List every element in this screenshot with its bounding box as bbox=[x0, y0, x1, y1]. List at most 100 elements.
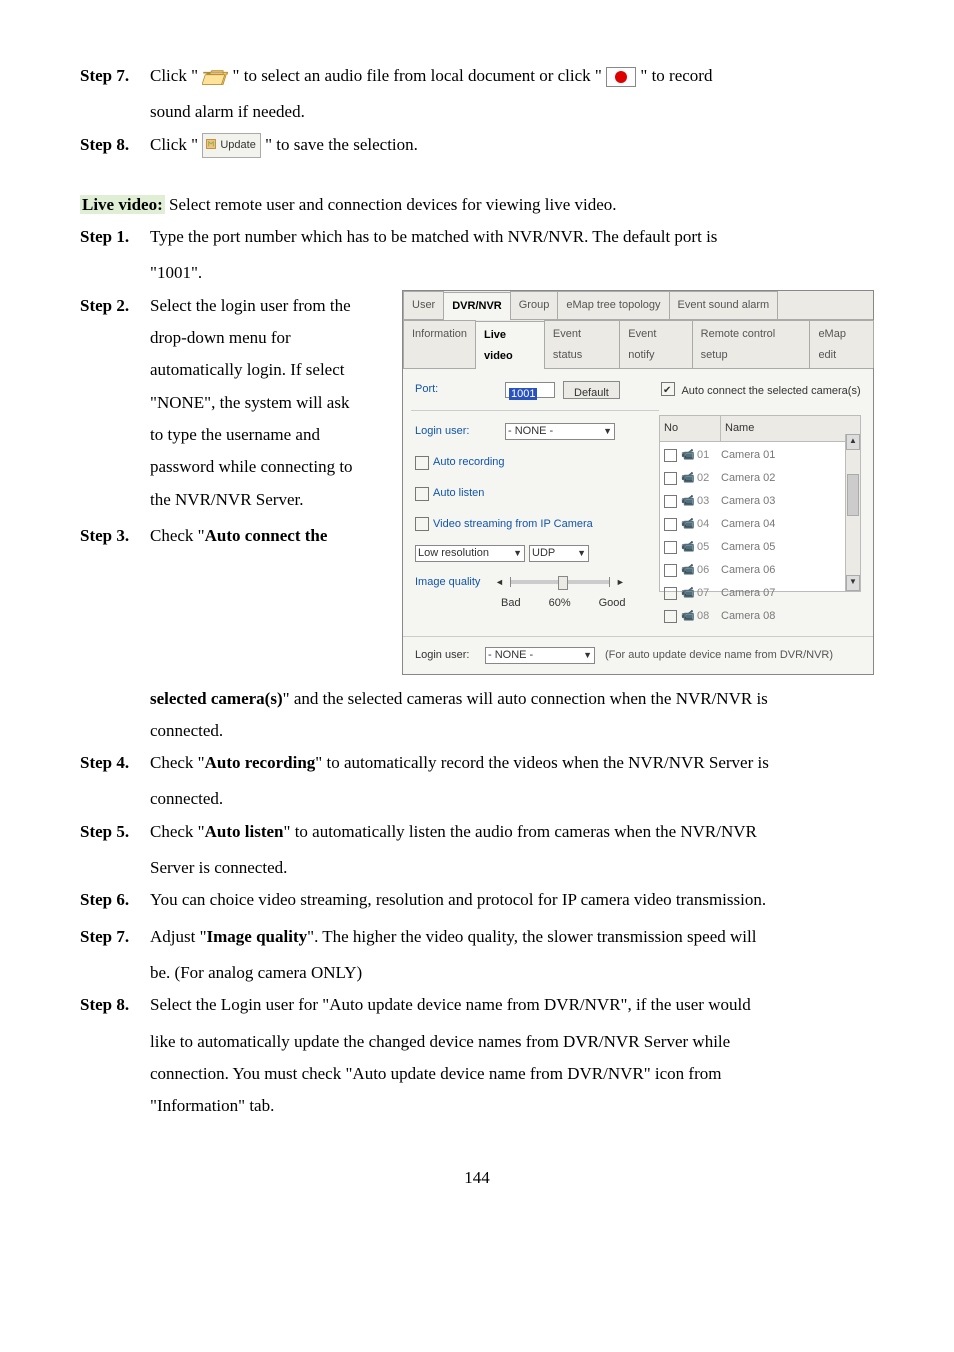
text-line: to type the username and bbox=[150, 419, 390, 451]
outer-tab[interactable]: eMap tree topology bbox=[557, 291, 669, 319]
checkbox-icon[interactable] bbox=[664, 495, 677, 508]
checkbox-icon[interactable] bbox=[664, 541, 677, 554]
scrollbar[interactable]: ▲ ▼ bbox=[845, 434, 860, 590]
col-no: No bbox=[660, 416, 721, 441]
auto-recording-label: Auto recording bbox=[433, 452, 505, 473]
inner-tab[interactable]: Information bbox=[403, 320, 476, 369]
text-line: Select the login user from the bbox=[150, 290, 390, 322]
camera-row[interactable]: 📹07Camera 07 bbox=[660, 582, 860, 605]
resolution-dropdown[interactable]: Low resolution ▼ bbox=[415, 545, 525, 562]
dialog-body: Port: 1001 Default Login user: - NONE - … bbox=[403, 369, 873, 635]
checkbox-icon[interactable] bbox=[664, 610, 677, 623]
inner-tab[interactable]: eMap edit bbox=[809, 320, 874, 369]
checkbox-checked-icon[interactable] bbox=[661, 382, 675, 396]
checkbox-icon[interactable] bbox=[664, 472, 677, 485]
step-body: Click " " to select an audio file from l… bbox=[150, 60, 874, 92]
auto-connect-row[interactable]: Auto connect the selected camera(s) bbox=[661, 381, 861, 402]
inner-tabs: InformationLive videoEvent statusEvent n… bbox=[403, 320, 873, 370]
chevron-down-icon: ▼ bbox=[583, 647, 592, 664]
quality-slider[interactable]: ◄ ► bbox=[495, 574, 625, 591]
checkbox-icon[interactable] bbox=[415, 487, 429, 501]
checkbox-icon[interactable] bbox=[415, 456, 429, 470]
update-label: Update bbox=[220, 139, 255, 151]
settings-dialog: UserDVR/NVRGroupeMap tree topologyEvent … bbox=[402, 290, 874, 675]
footer-login-dropdown[interactable]: - NONE - ▼ bbox=[485, 647, 595, 664]
camera-icon: 📹 bbox=[681, 606, 695, 627]
camera-icon: 📹 bbox=[681, 514, 695, 535]
step-2: Step 2. Select the login user from thedr… bbox=[80, 290, 390, 516]
inner-tab[interactable]: Event status bbox=[544, 320, 620, 369]
slider-cap-bad: Bad bbox=[501, 593, 521, 614]
outer-tab[interactable]: Event sound alarm bbox=[669, 291, 779, 319]
auto-listen-row[interactable]: Auto listen bbox=[415, 483, 655, 504]
camera-row[interactable]: 📹03Camera 03 bbox=[660, 490, 860, 513]
auto-recording-row[interactable]: Auto recording bbox=[415, 452, 655, 473]
step-body: You can choice video streaming, resoluti… bbox=[150, 884, 874, 916]
outer-tab[interactable]: Group bbox=[510, 291, 559, 319]
text: " to save the selection. bbox=[265, 135, 418, 154]
camera-id: 01 bbox=[697, 445, 721, 466]
camera-row[interactable]: 📹02Camera 02 bbox=[660, 467, 860, 490]
col-name: Name bbox=[721, 416, 758, 441]
footer-login-value: - NONE - bbox=[488, 645, 533, 666]
camera-row[interactable]: 📹08Camera 08 bbox=[660, 605, 860, 628]
checkbox-icon[interactable] bbox=[664, 449, 677, 462]
text: Adjust " bbox=[150, 927, 207, 946]
text: Click " bbox=[150, 66, 202, 85]
camera-icon: 📹 bbox=[681, 491, 695, 512]
record-icon bbox=[606, 67, 636, 87]
port-row: Port: 1001 Default bbox=[415, 379, 655, 400]
camera-id: 05 bbox=[697, 537, 721, 558]
outer-tab[interactable]: DVR/NVR bbox=[443, 292, 511, 320]
step-body: Check "Auto connect the bbox=[150, 520, 390, 552]
checkbox-icon[interactable] bbox=[664, 564, 677, 577]
login-label: Login user: bbox=[415, 421, 505, 442]
pre-step-7-cont: sound alarm if needed. bbox=[150, 96, 874, 128]
resolution-row: Low resolution ▼ UDP ▼ bbox=[415, 545, 655, 562]
footer-note: (For auto update device name from DVR/NV… bbox=[605, 645, 833, 666]
login-dropdown[interactable]: - NONE - ▼ bbox=[505, 423, 615, 440]
checkbox-icon[interactable] bbox=[664, 518, 677, 531]
step-5: Step 5. Check "Auto listen" to automatic… bbox=[80, 816, 874, 848]
auto-connect-label: Auto connect the selected camera(s) bbox=[681, 385, 860, 397]
protocol-dropdown[interactable]: UDP ▼ bbox=[529, 545, 589, 562]
step-7: Step 7. Adjust "Image quality". The high… bbox=[80, 921, 874, 953]
camera-list: No Name 📹01Camera 01📹02Camera 02📹03Camer… bbox=[659, 415, 861, 591]
camera-id: 03 bbox=[697, 491, 721, 512]
scroll-down-icon[interactable]: ▼ bbox=[846, 575, 860, 591]
text: ". The higher the video quality, the slo… bbox=[307, 927, 756, 946]
camera-row[interactable]: 📹05Camera 05 bbox=[660, 536, 860, 559]
text: Check " bbox=[150, 753, 205, 772]
slider-handle-icon[interactable] bbox=[558, 576, 568, 590]
inner-tab[interactable]: Event notify bbox=[619, 320, 692, 369]
checkbox-icon[interactable] bbox=[664, 587, 677, 600]
login-row: Login user: - NONE - ▼ bbox=[415, 421, 655, 442]
step-label: Step 4. bbox=[80, 747, 150, 779]
step-body: Check "Auto recording" to automatically … bbox=[150, 747, 874, 779]
step-4-cont: connected. bbox=[150, 783, 874, 815]
scroll-up-icon[interactable]: ▲ bbox=[846, 434, 860, 450]
camera-row[interactable]: 📹06Camera 06 bbox=[660, 559, 860, 582]
resolution-value: Low resolution bbox=[418, 543, 489, 564]
scroll-thumb[interactable] bbox=[847, 474, 859, 516]
inner-tab[interactable]: Live video bbox=[475, 321, 545, 370]
port-input[interactable]: 1001 bbox=[505, 382, 555, 398]
image-quality-label: Image quality bbox=[415, 572, 495, 593]
folder-open-icon bbox=[202, 67, 228, 87]
step-1: Step 1. Type the port number which has t… bbox=[80, 221, 874, 253]
camera-name: Camera 03 bbox=[721, 491, 775, 512]
outer-tab[interactable]: User bbox=[403, 291, 444, 319]
step-8-l3: connection. You must check "Auto update … bbox=[150, 1058, 874, 1090]
camera-row[interactable]: 📹04Camera 04 bbox=[660, 513, 860, 536]
checkbox-icon[interactable] bbox=[415, 517, 429, 531]
camera-row[interactable]: 📹01Camera 01 bbox=[660, 444, 860, 467]
text-line: the NVR/NVR Server. bbox=[150, 484, 390, 516]
step-3-cont2: connected. bbox=[150, 715, 874, 747]
video-stream-row[interactable]: Video streaming from IP Camera bbox=[415, 514, 655, 535]
step-8: Step 8. Select the Login user for "Auto … bbox=[80, 989, 874, 1021]
default-button[interactable]: Default bbox=[563, 381, 620, 399]
inner-tab[interactable]: Remote control setup bbox=[692, 320, 811, 369]
camera-name: Camera 02 bbox=[721, 468, 775, 489]
step-label: Step 8. bbox=[80, 129, 150, 161]
step-5-cont: Server is connected. bbox=[150, 852, 874, 884]
